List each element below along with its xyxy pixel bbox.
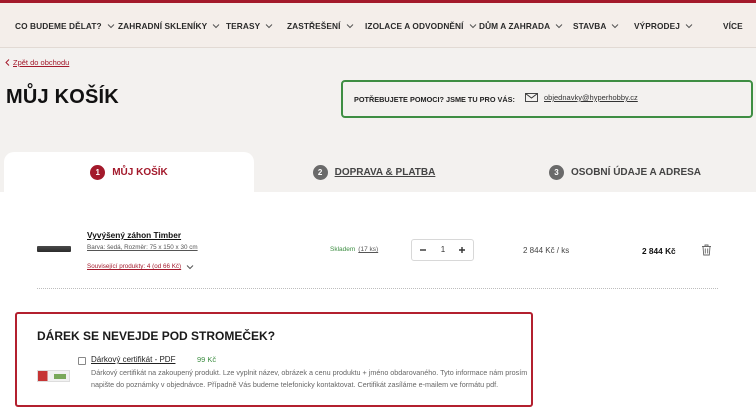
plus-icon: [459, 247, 465, 253]
chevron-down-icon: [555, 24, 563, 29]
trash-icon[interactable]: [701, 244, 712, 256]
product-image[interactable]: [37, 246, 71, 252]
stock-label: Skladem: [330, 246, 356, 253]
tab-label: OSOBNÍ ÚDAJE A ADRESA: [570, 166, 701, 178]
chevron-down-icon: [265, 24, 273, 29]
chevron-down-icon: [212, 24, 220, 29]
chevron-down-icon: [346, 24, 353, 29]
nav-item-dum-a-zahrada[interactable]: DŮM A ZAHRADA: [479, 21, 563, 31]
nav-item-label: ZAHRADNÍ SKLENÍKY: [118, 21, 208, 31]
nav-item-label: IZOLACE A ODVODNĚNÍ: [365, 21, 464, 31]
quantity-value[interactable]: 1: [435, 245, 451, 254]
gift-product-name[interactable]: Dárkový certifikát - PDF: [91, 355, 175, 364]
related-products-label: Související produkty: 4 (od 66 Kč): [87, 263, 182, 270]
tab-label: MŮJ KOŠÍK: [112, 166, 168, 178]
step-number-badge: 3: [548, 164, 564, 180]
nav-item-zahradni-skleniky[interactable]: ZAHRADNÍ SKLENÍKY: [118, 21, 220, 31]
nav-item-vyprodej[interactable]: VÝPRODEJ: [634, 21, 693, 31]
gift-description: Dárkový certifikát na zakoupený produkt.…: [91, 368, 528, 389]
nav-item-co-budeme-delat[interactable]: CO BUDEME DĚLAT?: [15, 21, 115, 31]
nav-item-label: TERASY: [226, 21, 261, 31]
nav-item-label: DŮM A ZAHRADA: [479, 21, 551, 31]
unit-price: 2 844 Kč / ks: [523, 246, 570, 255]
help-box: POTŘEBUJETE POMOCI? JSME TU PRO VÁS: obj…: [341, 80, 753, 118]
gift-product-price: 99 Kč: [197, 355, 217, 364]
tab-label: DOPRAVA & PLATBA: [334, 166, 436, 178]
checkout-steps: 1 MŮJ KOŠÍK 2 DOPRAVA & PLATBA 3 OSOBNÍ …: [0, 152, 756, 192]
chevron-down-icon: [685, 24, 693, 29]
gift-certificate-image: [37, 370, 70, 382]
chevron-down-icon: [612, 24, 619, 29]
nav-item-label: STAVBA: [573, 21, 607, 31]
nav-item-label: CO BUDEME DĚLAT?: [15, 21, 102, 31]
step-number-badge: 1: [90, 164, 106, 180]
mail-icon: [525, 93, 538, 102]
tab-cart[interactable]: 1 MŮJ KOŠÍK: [4, 152, 254, 192]
quantity-decrease-button[interactable]: [416, 243, 430, 257]
tab-personal-details[interactable]: 3 OSOBNÍ ÚDAJE A ADRESA: [494, 152, 756, 192]
cart-item-row: Vyvýšený záhon Timber Barva: šedá, Rozmě…: [0, 192, 756, 292]
stock-count: (17 ks): [358, 246, 379, 253]
item-divider: [37, 288, 718, 289]
gift-title: DÁREK SE NEVEJDE POD STROMEČEK?: [37, 329, 276, 343]
nav-item-label: ZASTŘEŠENÍ: [287, 21, 341, 31]
nav-item-zastreseni[interactable]: ZASTŘEŠENÍ: [287, 21, 354, 31]
back-link-label: Zpět do obchodu: [13, 58, 70, 67]
step-number-badge: 2: [312, 164, 328, 180]
gift-upsell-box: DÁREK SE NEVEJDE POD STROMEČEK? Dárkový …: [15, 312, 533, 407]
nav-more-label: VÍCE: [723, 21, 743, 31]
quantity-increase-button[interactable]: [455, 243, 469, 257]
nav-item-izolace-a-odvodneni[interactable]: IZOLACE A ODVODNĚNÍ: [365, 21, 477, 31]
chevron-down-icon: [469, 24, 476, 29]
help-text: POTŘEBUJETE POMOCI? JSME TU PRO VÁS:: [354, 95, 515, 104]
chevron-down-icon: [107, 24, 115, 29]
nav-item-vice[interactable]: VÍCE: [723, 21, 743, 31]
nav-item-label: VÝPRODEJ: [634, 21, 680, 31]
product-name-link[interactable]: Vyvýšený záhon Timber: [87, 230, 181, 240]
page-title: MŮJ KOŠÍK: [6, 86, 119, 108]
help-email: objednavky@hyperhobby.cz: [544, 93, 638, 102]
related-products-toggle[interactable]: Související produkty: 4 (od 66 Kč): [87, 263, 194, 270]
total-price: 2 844 Kč: [642, 246, 676, 256]
gift-certificate-checkbox[interactable]: [78, 357, 86, 365]
nav-item-terasy[interactable]: TERASY: [226, 21, 273, 31]
main-navigation: CO BUDEME DĚLAT? ZAHRADNÍ SKLENÍKY TERAS…: [0, 3, 756, 48]
product-attributes: Barva: šedá, Rozměr: 75 x 150 x 30 cm: [87, 244, 198, 251]
nav-item-stavba[interactable]: STAVBA: [573, 21, 619, 31]
help-email-link[interactable]: objednavky@hyperhobby.cz: [525, 93, 638, 102]
chevron-down-icon: [186, 264, 194, 269]
stock-status: Skladem (17 ks): [330, 246, 378, 253]
quantity-stepper: 1: [411, 239, 474, 261]
cart-content: Vyvýšený záhon Timber Barva: šedá, Rozmě…: [0, 192, 756, 411]
chevron-left-icon: [5, 59, 10, 66]
back-to-shop-link[interactable]: Zpět do obchodu: [5, 58, 69, 67]
minus-icon: [420, 249, 426, 251]
tab-shipping-payment[interactable]: 2 DOPRAVA & PLATBA: [254, 152, 494, 192]
